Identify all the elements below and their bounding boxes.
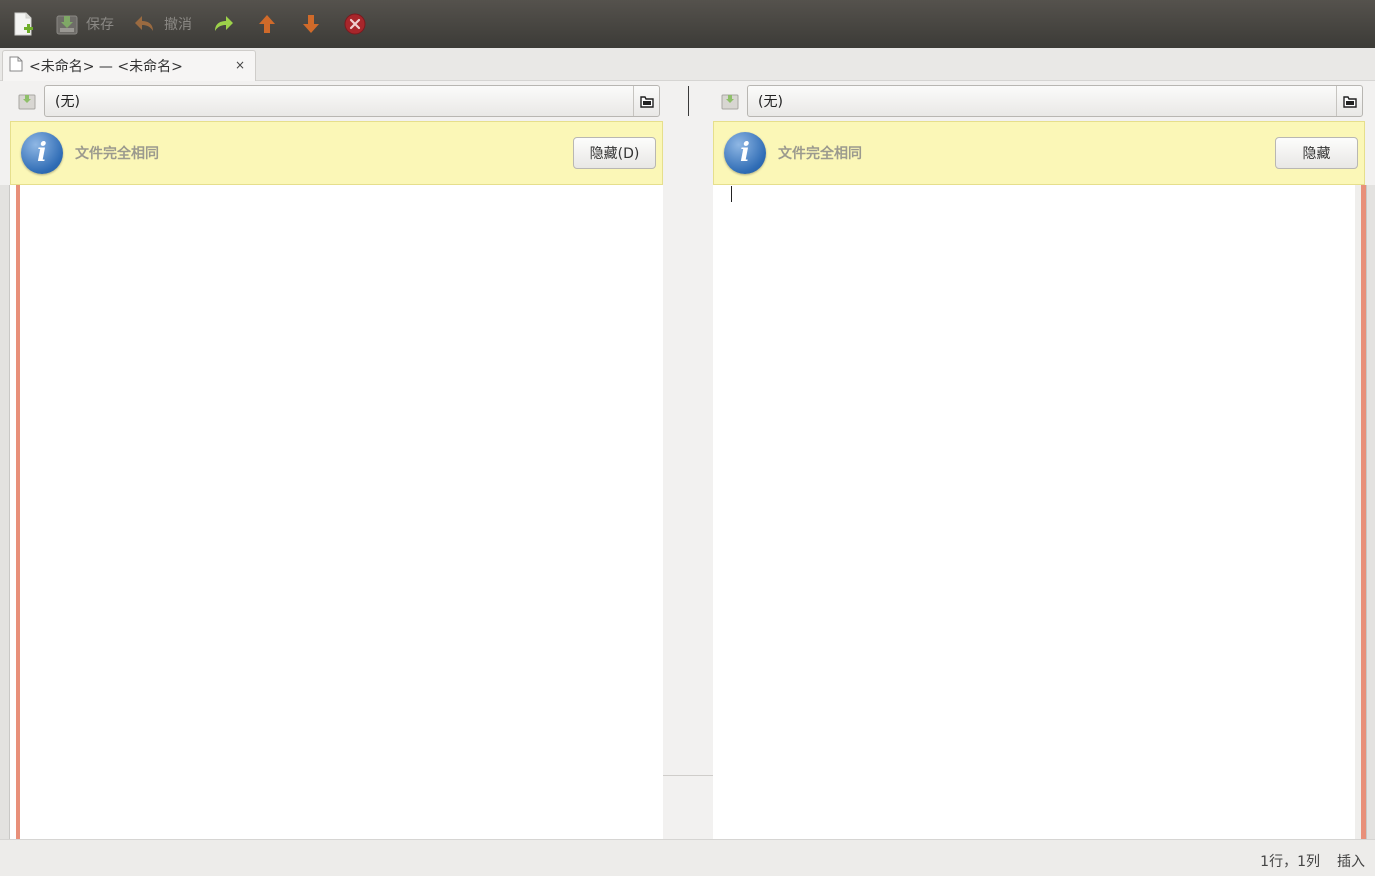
document-icon xyxy=(9,56,23,76)
text-cursor xyxy=(731,186,732,202)
next-change-button[interactable] xyxy=(298,4,324,44)
right-info-bar: i 文件完全相同 隐藏 xyxy=(713,121,1365,185)
right-text-pane[interactable] xyxy=(713,185,1355,839)
right-file-chooser-row: (无) xyxy=(721,81,1363,121)
left-file-chooser-row: (无) xyxy=(18,81,660,121)
left-file-combo[interactable]: (无) xyxy=(44,85,660,117)
new-comparison-button[interactable] xyxy=(10,4,36,44)
left-text-pane[interactable] xyxy=(10,185,663,839)
info-icon: i xyxy=(724,132,766,174)
save-button[interactable]: 保存 xyxy=(54,4,114,44)
redo-icon xyxy=(210,11,236,37)
right-open-file-icon[interactable] xyxy=(1336,86,1362,116)
right-hide-button[interactable]: 隐藏 xyxy=(1275,137,1358,169)
undo-label: 撤消 xyxy=(164,17,192,33)
link-map-divider xyxy=(663,775,713,776)
status-bar: 1行，1列 插入 xyxy=(0,839,1375,876)
tab-close-icon[interactable]: × xyxy=(235,58,245,72)
left-hide-button[interactable]: 隐藏(D) xyxy=(573,137,656,169)
down-arrow-icon xyxy=(298,11,324,37)
main-toolbar: 保存 撤消 xyxy=(0,0,1375,48)
left-info-bar: i 文件完全相同 隐藏(D) xyxy=(10,121,663,185)
stop-button[interactable] xyxy=(342,4,368,44)
undo-icon xyxy=(132,11,158,37)
save-label: 保存 xyxy=(86,17,114,33)
left-info-message: 文件完全相同 xyxy=(75,146,159,162)
new-file-icon xyxy=(10,11,36,37)
insert-mode: 插入 xyxy=(1337,854,1365,870)
redo-button[interactable] xyxy=(210,4,236,44)
stop-icon xyxy=(342,11,368,37)
undo-button[interactable]: 撤消 xyxy=(132,4,192,44)
right-save-file-icon[interactable] xyxy=(721,92,739,110)
left-save-file-icon[interactable] xyxy=(18,92,36,110)
diff-link-map xyxy=(663,185,713,839)
chooser-separator xyxy=(688,86,689,116)
left-diff-marker xyxy=(16,185,20,839)
tab-bar: <未命名> — <未命名> × xyxy=(0,48,1375,81)
right-file-combo[interactable]: (无) xyxy=(747,85,1363,117)
cursor-position: 1行，1列 xyxy=(1260,854,1320,870)
info-icon: i xyxy=(21,132,63,174)
left-open-file-icon[interactable] xyxy=(633,86,659,116)
left-file-value: (无) xyxy=(55,94,80,110)
left-scrollbar[interactable] xyxy=(0,185,10,839)
right-scrollbar[interactable] xyxy=(1366,185,1375,839)
up-arrow-icon xyxy=(254,11,280,37)
right-info-message: 文件完全相同 xyxy=(778,146,862,162)
tab-label: <未命名> — <未命名> xyxy=(29,59,183,75)
tab-comparison[interactable]: <未命名> — <未命名> × xyxy=(2,50,256,81)
right-file-value: (无) xyxy=(758,94,783,110)
previous-change-button[interactable] xyxy=(254,4,280,44)
save-icon xyxy=(54,11,80,37)
